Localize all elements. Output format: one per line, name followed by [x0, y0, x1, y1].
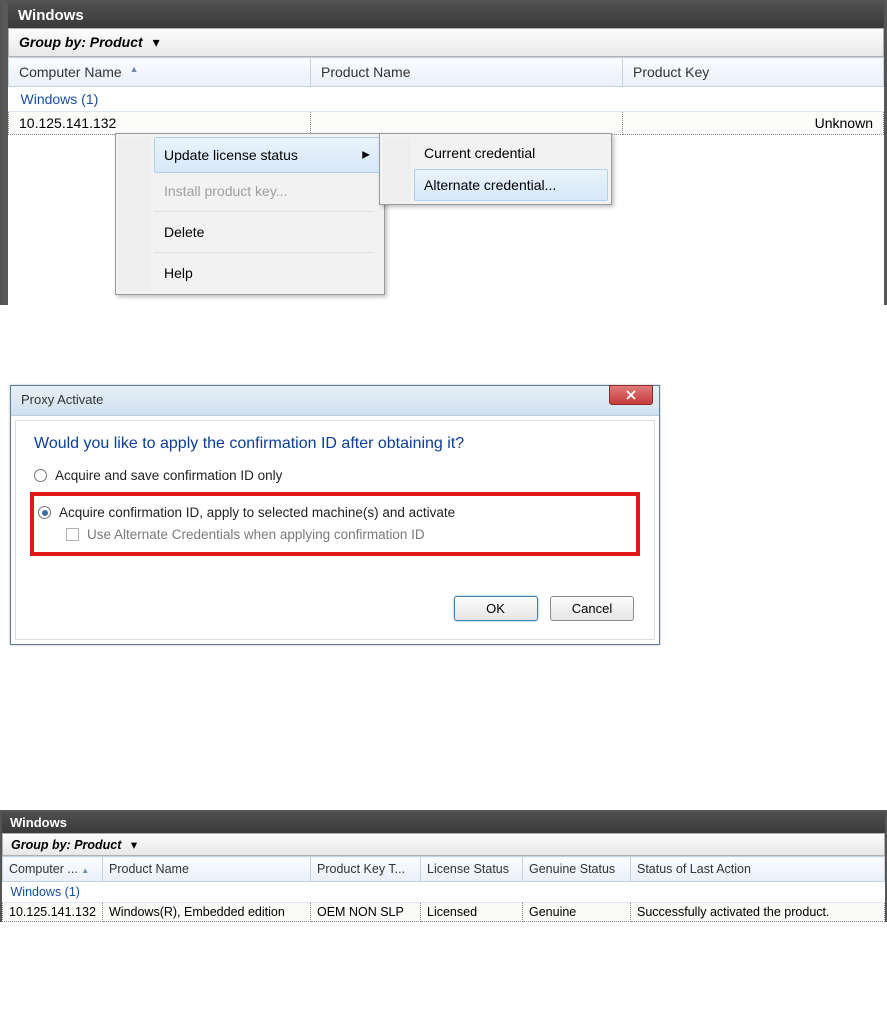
panel-title: Windows — [2, 812, 885, 833]
group-row[interactable]: Windows (1) — [3, 882, 885, 903]
dropdown-arrow-icon: ▾ — [153, 34, 160, 50]
close-icon — [625, 390, 637, 400]
submenu: Current credential Alternate credential.… — [379, 133, 612, 205]
menu-help[interactable]: Help — [154, 255, 381, 291]
cancel-button[interactable]: Cancel — [550, 596, 634, 621]
cell-computer: 10.125.141.132 — [9, 112, 311, 135]
column-label: Computer ... — [9, 862, 78, 876]
selected-row[interactable]: 10.125.141.132 Unknown — [9, 112, 884, 135]
ok-button[interactable]: OK — [454, 596, 538, 621]
column-product-name[interactable]: Product Name — [103, 857, 311, 882]
dropdown-arrow-icon: ▾ — [131, 838, 137, 852]
checkbox-label: Use Alternate Credentials when applying … — [87, 527, 425, 542]
sort-asc-icon: ▲ — [130, 64, 139, 74]
radio-icon — [38, 506, 51, 519]
checkbox-icon — [66, 528, 79, 541]
column-label: Computer Name — [19, 64, 122, 80]
highlight-box: Acquire confirmation ID, apply to select… — [30, 492, 640, 556]
menu-separator — [154, 252, 373, 253]
bottom-panel: Windows Group by: Product ▾ Computer ...… — [0, 810, 887, 922]
sort-asc-icon: ▲ — [81, 866, 89, 875]
menu-delete[interactable]: Delete — [154, 214, 381, 250]
dialog-title: Proxy Activate — [21, 392, 103, 407]
column-computer-name[interactable]: Computer Name ▲ — [9, 58, 311, 87]
column-license-status[interactable]: License Status — [421, 857, 523, 882]
cell-computer: 10.125.141.132 — [3, 903, 103, 922]
radio-acquire-apply[interactable]: Acquire confirmation ID, apply to select… — [38, 502, 632, 523]
radio-label: Acquire and save confirmation ID only — [55, 468, 282, 483]
menu-icon-strip — [383, 137, 411, 201]
menu-update-license[interactable]: Update license status ▶ — [154, 137, 381, 173]
radio-label: Acquire confirmation ID, apply to select… — [59, 505, 455, 520]
cell-genuine: Genuine — [523, 903, 631, 922]
group-row[interactable]: Windows (1) — [9, 87, 884, 112]
checkbox-alternate-creds[interactable]: Use Alternate Credentials when applying … — [38, 523, 632, 544]
submenu-alternate-credential[interactable]: Alternate credential... — [414, 169, 608, 201]
top-panel: Windows Group by: Product ▾ Computer Nam… — [0, 0, 887, 305]
column-computer[interactable]: Computer ... ▲ — [3, 857, 103, 882]
computer-grid: Computer ... ▲ Product Name Product Key … — [2, 856, 885, 922]
column-status-last-action[interactable]: Status of Last Action — [631, 857, 885, 882]
dialog-titlebar[interactable]: Proxy Activate — [11, 386, 659, 416]
data-row[interactable]: 10.125.141.132 Windows(R), Embedded edit… — [3, 903, 885, 922]
group-row-label: Windows (1) — [3, 882, 885, 903]
cell-product — [311, 112, 623, 135]
context-menu: Update license status ▶ Install product … — [115, 133, 385, 295]
group-by-bar[interactable]: Group by: Product ▾ — [8, 28, 884, 57]
column-product-name[interactable]: Product Name — [311, 58, 623, 87]
column-key-type[interactable]: Product Key T... — [311, 857, 421, 882]
menu-separator — [154, 211, 373, 212]
cell-product: Windows(R), Embedded edition — [103, 903, 311, 922]
group-by-bar[interactable]: Group by: Product ▾ — [2, 833, 885, 856]
cell-license: Licensed — [421, 903, 523, 922]
cell-status: Successfully activated the product. — [631, 903, 885, 922]
computer-grid: Computer Name ▲ Product Name Product Key… — [8, 57, 884, 305]
submenu-current-credential[interactable]: Current credential — [414, 137, 608, 169]
radio-icon — [34, 469, 47, 482]
column-genuine-status[interactable]: Genuine Status — [523, 857, 631, 882]
menu-item-label: Update license status — [164, 147, 298, 163]
column-product-key[interactable]: Product Key — [623, 58, 884, 87]
cell-key: Unknown — [623, 112, 884, 135]
panel-title: Windows — [8, 3, 884, 28]
group-row-label: Windows (1) — [9, 87, 884, 112]
group-by-label: Group by: Product — [11, 838, 121, 852]
cell-keytype: OEM NON SLP — [311, 903, 421, 922]
group-by-label: Group by: Product — [19, 34, 143, 50]
submenu-arrow-icon: ▶ — [362, 150, 370, 161]
menu-install-key: Install product key... — [154, 173, 381, 209]
dialog-heading: Would you like to apply the confirmation… — [34, 435, 636, 453]
radio-acquire-only[interactable]: Acquire and save confirmation ID only — [34, 465, 636, 486]
close-button[interactable] — [609, 385, 653, 405]
proxy-activate-dialog: Proxy Activate Would you like to apply t… — [10, 385, 660, 645]
menu-icon-strip — [119, 137, 151, 291]
